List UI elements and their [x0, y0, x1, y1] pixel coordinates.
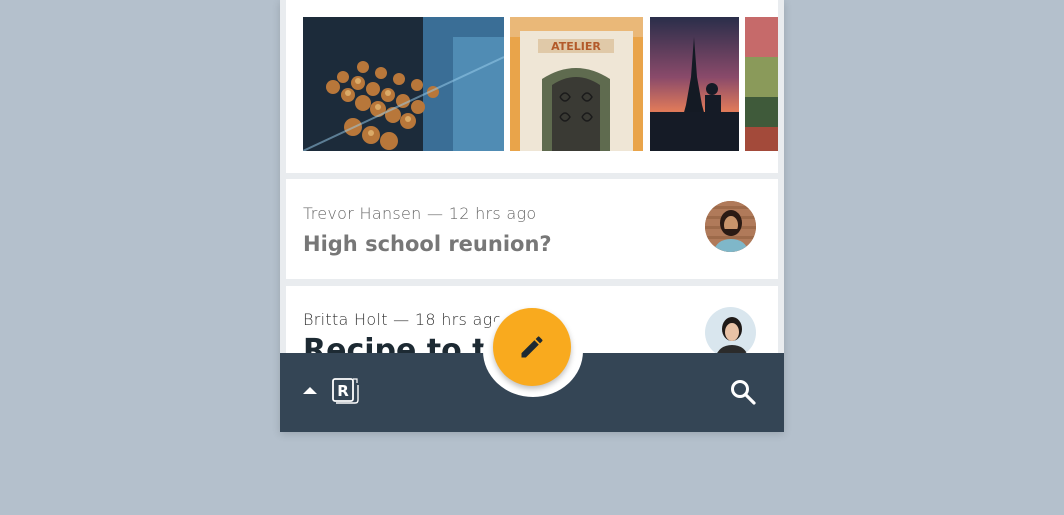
message-item[interactable]: Trevor Hansen — 12 hrs ago High school r… [286, 179, 778, 279]
message-meta: Trevor Hansen — 12 hrs ago [303, 204, 537, 223]
eiffel-tower-silhouette-photo[interactable] [650, 17, 739, 151]
pastries-photo[interactable] [303, 17, 504, 151]
meta-separator: — [393, 310, 410, 329]
atelier-doorway-photo[interactable]: ATELIER [510, 17, 643, 151]
logo-letter: R [337, 382, 349, 400]
avatar-trevor [705, 201, 756, 252]
reply-logo-icon[interactable]: R [330, 376, 360, 406]
atelier-sign: ATELIER [551, 40, 601, 53]
message-subject: High school reunion? [303, 232, 552, 256]
search-icon[interactable] [729, 378, 757, 406]
pencil-icon [521, 336, 543, 358]
market-photo[interactable] [745, 17, 778, 151]
image-gallery-card: ATELIER [286, 0, 778, 173]
message-meta: Britta Holt — 18 hrs ago [303, 310, 503, 329]
compose-button[interactable] [493, 308, 571, 386]
message-time: 12 hrs ago [448, 204, 537, 223]
avatar-britta [705, 307, 756, 358]
caret-up-icon[interactable] [303, 387, 317, 394]
reply-app-screen: ATELIER Trevor Hansen — 12 hrs ago High … [280, 0, 784, 432]
meta-separator: — [427, 204, 444, 223]
message-author: Trevor Hansen [303, 204, 422, 223]
message-author: Britta Holt [303, 310, 388, 329]
